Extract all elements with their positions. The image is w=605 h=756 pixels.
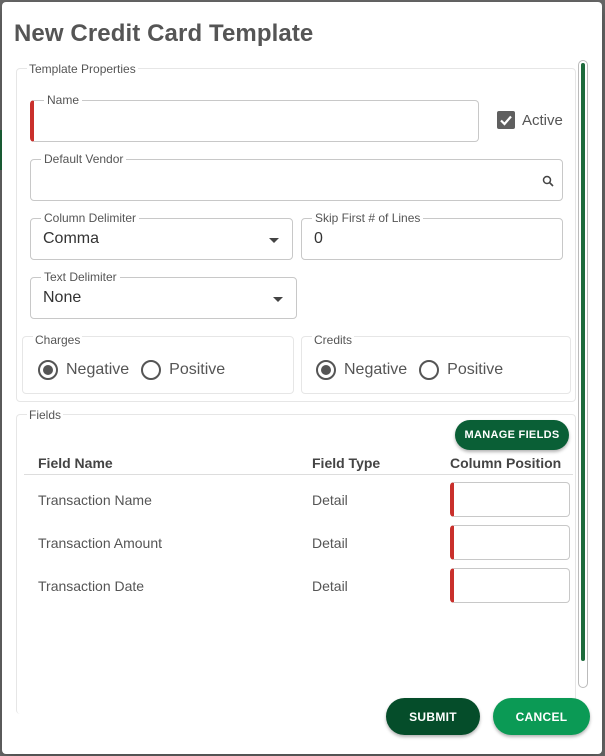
field-type-cell: Detail	[312, 492, 348, 508]
search-icon[interactable]	[542, 175, 554, 187]
credits-negative-label: Negative	[344, 361, 408, 378]
field-name-cell: Transaction Name	[38, 492, 152, 508]
dialog-title: New Credit Card Template	[14, 20, 314, 47]
name-label: Name	[44, 92, 83, 108]
credits-options: Negative Positive	[316, 360, 515, 380]
default-vendor-label: Default Vendor	[41, 151, 127, 167]
fields-legend: Fields	[27, 408, 64, 422]
text-delimiter-label: Text Delimiter	[41, 269, 120, 285]
active-label: Active	[522, 112, 563, 129]
charges-negative-radio[interactable]	[38, 360, 58, 380]
charges-options: Negative Positive	[38, 360, 237, 380]
column-header-field-type: Field Type	[312, 455, 381, 471]
cancel-button[interactable]: CANCEL	[493, 698, 590, 735]
charges-legend: Charges	[33, 333, 83, 347]
chevron-down-icon	[269, 238, 279, 243]
column-position-input[interactable]	[450, 482, 570, 517]
default-vendor-field[interactable]: Default Vendor	[30, 151, 563, 201]
charges-negative-label: Negative	[66, 361, 130, 378]
credits-positive-label: Positive	[447, 361, 504, 378]
credits-legend: Credits	[312, 333, 355, 347]
charges-positive-label: Positive	[169, 361, 226, 378]
check-icon	[500, 115, 512, 126]
table-header-divider	[24, 474, 573, 475]
name-field[interactable]: Name	[30, 92, 479, 142]
skip-lines-value: 0	[314, 230, 323, 247]
skip-lines-label: Skip First # of Lines	[312, 210, 424, 226]
field-type-cell: Detail	[312, 578, 348, 594]
skip-lines-field[interactable]: Skip First # of Lines 0	[301, 210, 563, 260]
column-delimiter-select[interactable]: Column Delimiter Comma	[30, 210, 293, 260]
column-header-field-name: Field Name	[38, 455, 113, 471]
template-properties-legend: Template Properties	[27, 62, 138, 76]
new-template-dialog: New Credit Card Template Template Proper…	[2, 2, 602, 754]
column-delimiter-label: Column Delimiter	[41, 210, 140, 226]
dialog-scrollbar[interactable]	[578, 60, 588, 688]
submit-button[interactable]: SUBMIT	[386, 698, 480, 735]
credits-negative-radio[interactable]	[316, 360, 336, 380]
active-checkbox[interactable]	[497, 111, 515, 129]
credits-positive-radio[interactable]	[419, 360, 440, 380]
manage-fields-button[interactable]: MANAGE FIELDS	[455, 420, 569, 450]
field-name-cell: Transaction Amount	[38, 535, 162, 551]
column-position-input[interactable]	[450, 525, 570, 560]
text-delimiter-select[interactable]: Text Delimiter None	[30, 269, 297, 319]
text-delimiter-value: None	[43, 289, 82, 306]
column-delimiter-value: Comma	[43, 230, 100, 247]
chevron-down-icon	[273, 297, 283, 302]
charges-positive-radio[interactable]	[141, 360, 162, 380]
column-position-input[interactable]	[450, 568, 570, 603]
field-name-cell: Transaction Date	[38, 578, 145, 594]
field-type-cell: Detail	[312, 535, 348, 551]
column-header-column-position: Column Position	[450, 455, 562, 471]
scrollbar-thumb[interactable]	[581, 63, 585, 661]
